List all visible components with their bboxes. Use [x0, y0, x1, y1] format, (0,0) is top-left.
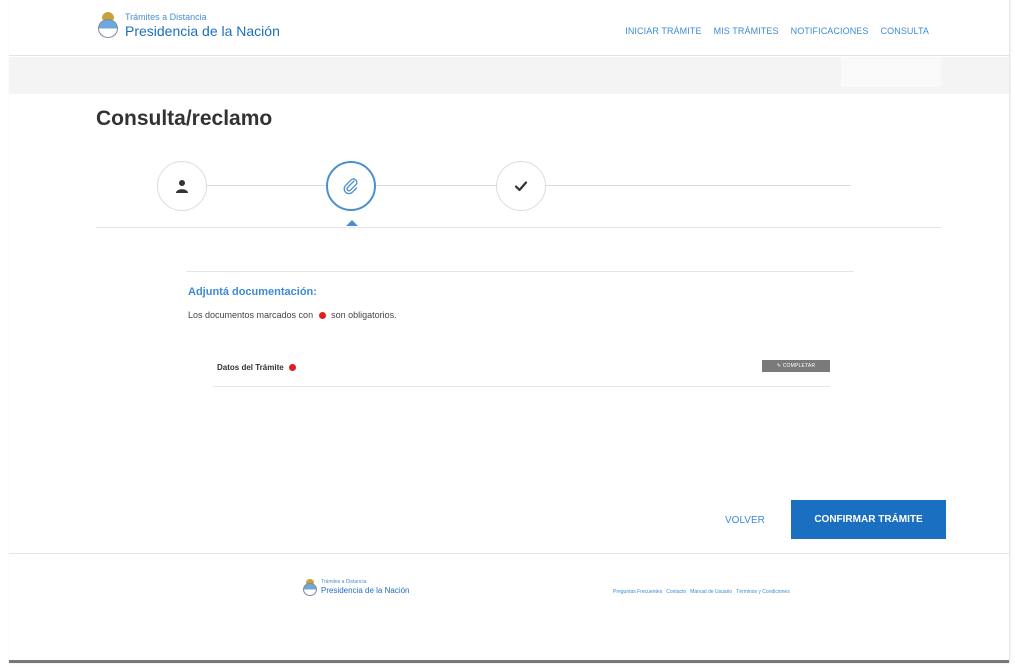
section-description: Los documentos marcados con son obligato…: [188, 310, 397, 320]
complete-document-button[interactable]: ✎ COMPLETAR: [762, 360, 830, 372]
user-icon: [176, 180, 188, 193]
footer-link-terms[interactable]: Términos y Condiciones: [736, 589, 790, 595]
main-nav: INICIAR TRÁMITE MIS TRÁMITES NOTIFICACIO…: [625, 26, 929, 36]
logo-title: Presidencia de la Nación: [125, 22, 280, 39]
paperclip-icon: [343, 178, 358, 195]
footer-link-faq[interactable]: Preguntas Frecuentes: [613, 589, 662, 595]
progress-stepper: [96, 158, 941, 228]
section-title: Adjuntá documentación:: [188, 286, 317, 298]
footer-link-manual[interactable]: Manual de Usuario: [690, 589, 732, 595]
footer: Trámites a Distancia Presidencia de la N…: [9, 553, 1009, 663]
content-divider: [186, 271, 854, 272]
nav-notificaciones[interactable]: NOTIFICACIONES: [791, 26, 869, 36]
required-dot-icon: [288, 364, 296, 372]
nav-mis-tramites[interactable]: MIS TRÁMITES: [714, 26, 779, 36]
step-personal-data[interactable]: [157, 161, 207, 211]
page-frame: Trámites a Distancia Presidencia de la N…: [9, 0, 1009, 663]
step-confirm[interactable]: [496, 161, 546, 211]
coat-of-arms-icon: [303, 579, 317, 596]
active-step-caret: [346, 220, 358, 226]
description-suffix: son obligatorios.: [331, 310, 397, 320]
header: Trámites a Distancia Presidencia de la N…: [9, 0, 1009, 56]
nav-consulta[interactable]: CONSULTA: [881, 26, 929, 36]
logo-subtitle: Trámites a Distancia: [125, 11, 207, 22]
footer-link-contact[interactable]: Contacto: [666, 589, 686, 595]
footer-links: Preguntas Frecuentes Contacto Manual de …: [613, 589, 790, 595]
footer-logo[interactable]: Trámites a Distancia Presidencia de la N…: [303, 579, 410, 596]
document-name: Datos del Trámite: [217, 363, 284, 372]
nav-iniciar-tramite[interactable]: INICIAR TRÁMITE: [625, 26, 701, 36]
subheader-box: [841, 57, 941, 87]
required-dot-icon: [318, 312, 326, 320]
document-label: Datos del Trámite: [217, 363, 299, 372]
page-title: Consulta/reclamo: [96, 107, 273, 130]
coat-of-arms-icon: [97, 12, 119, 38]
back-link[interactable]: VOLVER: [725, 515, 765, 526]
footer-logo-title: Presidencia de la Nación: [321, 586, 410, 595]
confirm-procedure-button[interactable]: CONFIRMAR TRÁMITE: [791, 500, 946, 539]
description-prefix: Los documentos marcados con: [188, 310, 314, 320]
footer-logo-subtitle: Trámites a Distancia: [321, 579, 367, 585]
document-row: Datos del Trámite ✎ COMPLETAR: [213, 352, 830, 387]
check-icon: [514, 181, 528, 192]
header-logo[interactable]: Trámites a Distancia Presidencia de la N…: [97, 12, 280, 38]
step-attach-documents[interactable]: [326, 161, 376, 211]
